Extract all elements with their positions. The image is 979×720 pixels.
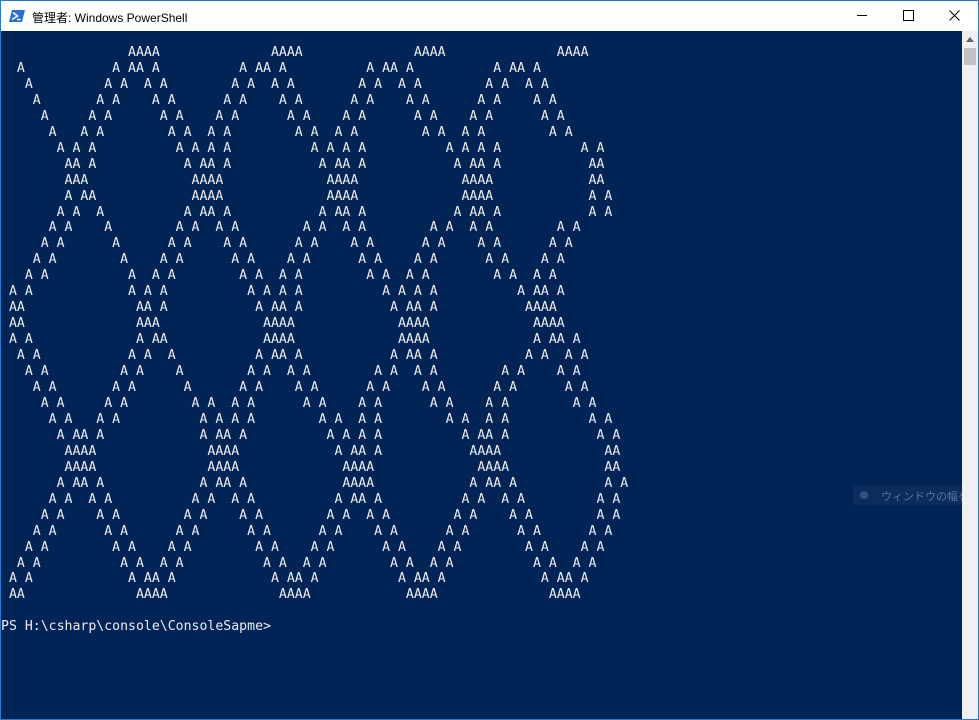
window-title: 管理者: Windows PowerShell: [32, 11, 188, 25]
minimize-button[interactable]: [840, 1, 886, 31]
scroll-up-button[interactable]: [962, 31, 978, 48]
close-button[interactable]: [932, 1, 978, 31]
close-icon: [949, 10, 960, 21]
vertical-scrollbar[interactable]: [962, 31, 978, 719]
powershell-window: 管理者: Windows PowerShell AAAA AAAA AAAA A…: [0, 0, 979, 720]
scroll-up-arrow-icon: [966, 37, 974, 42]
maximize-icon: [903, 10, 914, 21]
minimize-icon: [857, 15, 867, 16]
powershell-icon: [9, 8, 25, 24]
ime-indicator: ウィンドウの幅を…: [853, 485, 962, 505]
scroll-thumb[interactable]: [964, 48, 976, 65]
ime-indicator-text: ウィンドウの幅を…: [881, 491, 962, 503]
console-output-area[interactable]: AAAA AAAA AAAA AAAA A A AA A A AA A A AA…: [1, 31, 962, 719]
title-bar[interactable]: 管理者: Windows PowerShell: [1, 1, 978, 31]
console-text: AAAA AAAA AAAA AAAA A A AA A A AA A A AA…: [1, 45, 629, 635]
maximize-button[interactable]: [886, 1, 932, 31]
ime-status-icon: [860, 491, 868, 499]
